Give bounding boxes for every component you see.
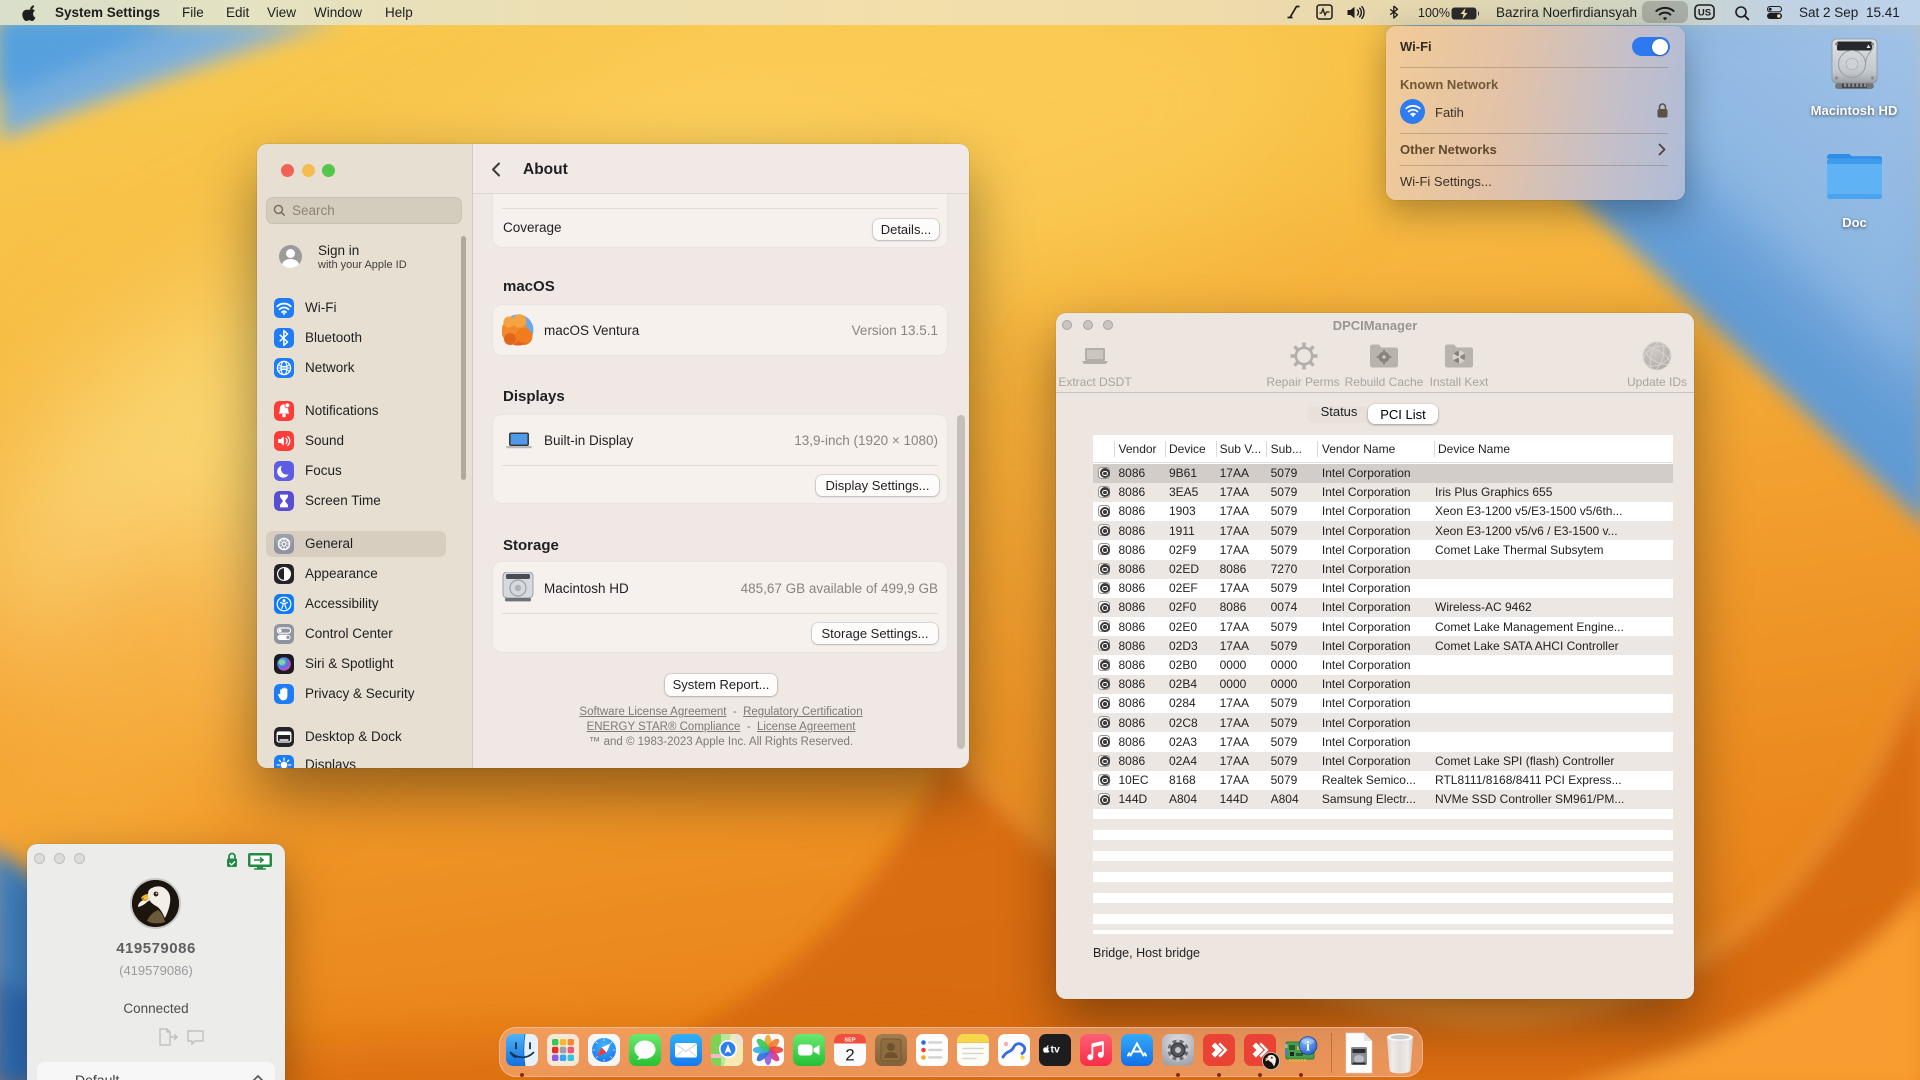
svg-text:2: 2	[845, 1046, 854, 1065]
svg-text:i: i	[1306, 1039, 1310, 1054]
svg-text:SEP: SEP	[844, 1037, 855, 1043]
svg-text:US: US	[1698, 8, 1711, 19]
svg-text:tv: tv	[1050, 1044, 1059, 1056]
